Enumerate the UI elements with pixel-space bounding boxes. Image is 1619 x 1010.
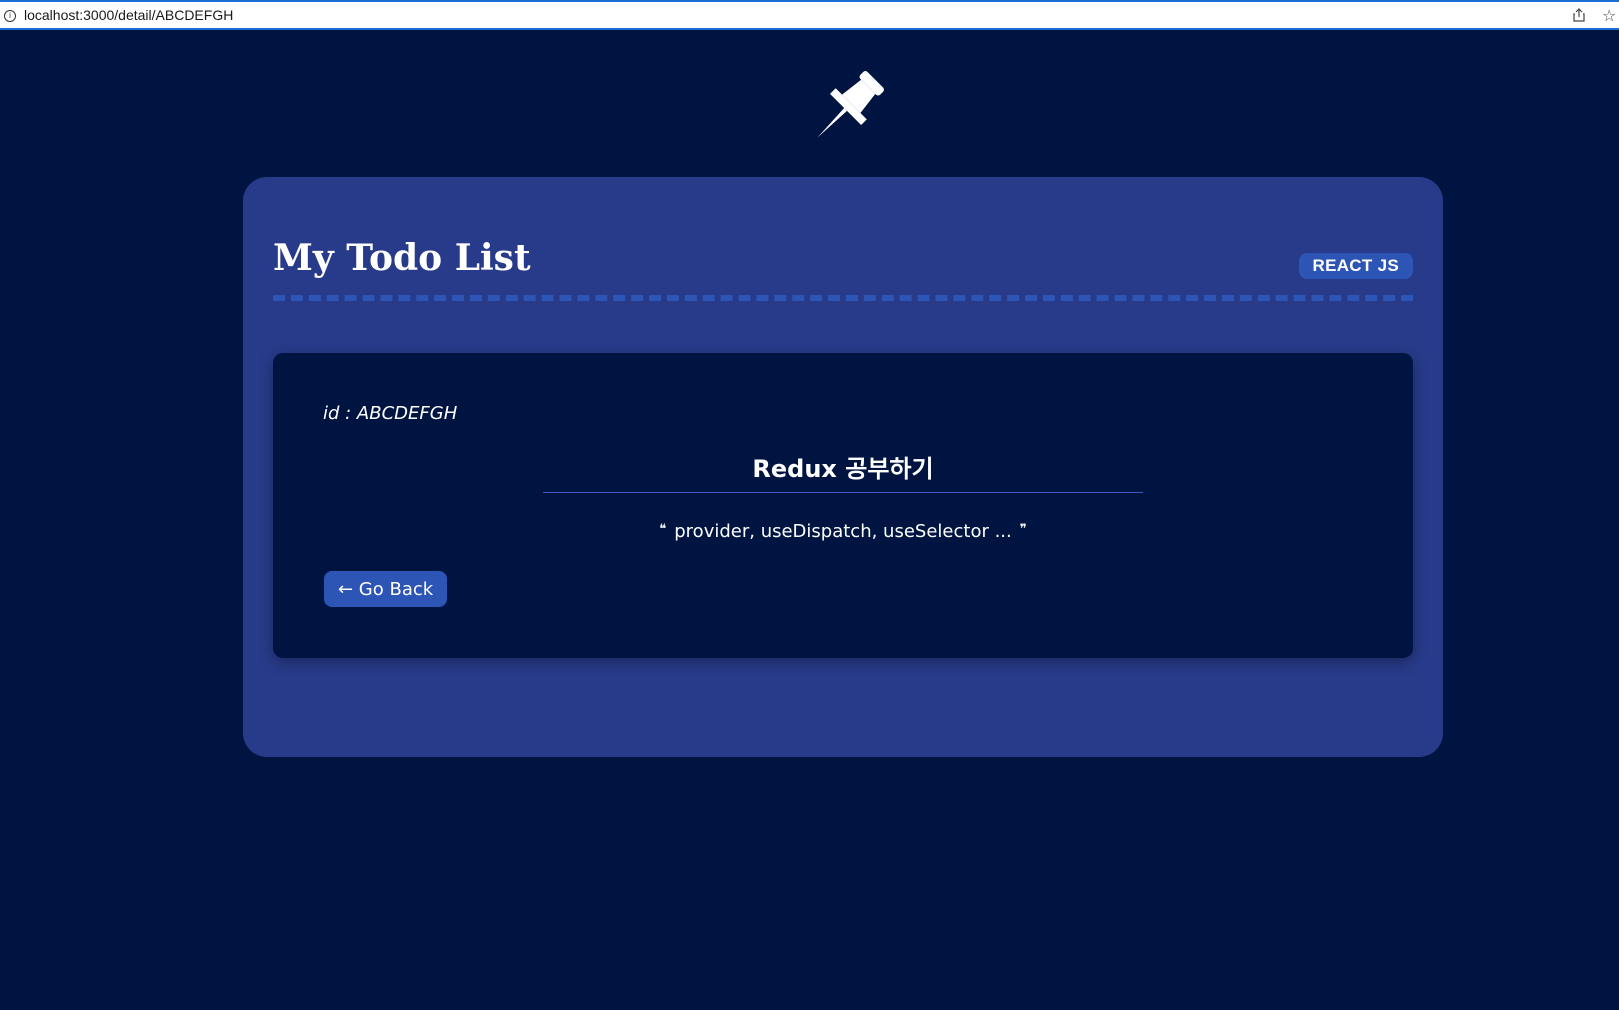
close-quote-icon: ❞ — [1019, 522, 1027, 537]
page-title: My Todo List — [273, 237, 531, 279]
url-text[interactable]: localhost:3000/detail/ABCDEFGH — [24, 7, 233, 23]
todo-body-text: provider, useDispatch, useSelector ... — [674, 521, 1012, 542]
dashed-divider — [273, 295, 1413, 301]
todo-body: ❝ provider, useDispatch, useSelector ... ❞ — [273, 521, 1413, 542]
share-icon[interactable] — [1573, 8, 1585, 26]
pushpin-icon — [797, 58, 897, 158]
todo-panel: My Todo List REACT JS id : ABCDEFGH Redu… — [243, 177, 1443, 757]
star-icon[interactable]: ☆ — [1602, 6, 1616, 25]
browser-address-bar[interactable]: i localhost:3000/detail/ABCDEFGH ☆ — [0, 0, 1619, 30]
todo-title: Redux 공부하기 — [543, 449, 1143, 493]
todo-id: id : ABCDEFGH — [323, 403, 458, 424]
todo-detail-card: id : ABCDEFGH Redux 공부하기 ❝ provider, useD… — [273, 353, 1413, 658]
info-icon[interactable]: i — [4, 10, 16, 22]
go-back-button[interactable]: ← Go Back — [324, 571, 448, 607]
tech-badge: REACT JS — [1298, 253, 1413, 279]
open-quote-icon: ❝ — [659, 522, 667, 537]
